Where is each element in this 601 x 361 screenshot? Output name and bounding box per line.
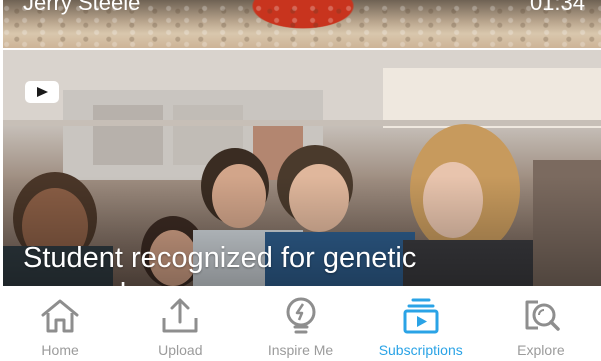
- tab-home-label: Home: [41, 342, 79, 358]
- youtube-play-icon: [25, 81, 59, 103]
- bottom-tab-bar: Home Upload Inspire Me Subscriptions Exp…: [0, 286, 601, 361]
- lightbulb-bolt-icon: [286, 297, 315, 334]
- video-headline: Student recognized for genetic: [23, 242, 417, 274]
- tab-inspire-label: Inspire Me: [267, 342, 334, 358]
- tab-upload[interactable]: Upload: [120, 286, 240, 361]
- search-explore-icon: [525, 300, 560, 331]
- video-card-previous[interactable]: Jerry Steele 01:34: [3, 0, 601, 48]
- tab-explore-label: Explore: [517, 342, 565, 358]
- video-headline-line2: research: [23, 278, 136, 286]
- tab-subscriptions[interactable]: Subscriptions: [361, 286, 481, 361]
- tab-upload-label: Upload: [158, 342, 203, 358]
- video-duration: 01:34: [529, 0, 585, 15]
- tab-subscriptions-label: Subscriptions: [378, 342, 463, 358]
- upload-icon: [162, 298, 198, 333]
- tab-home[interactable]: Home: [0, 286, 120, 361]
- video-author: Jerry Steele: [23, 0, 141, 15]
- subscriptions-icon: [403, 298, 439, 334]
- tab-inspire[interactable]: Inspire Me: [240, 286, 360, 361]
- home-icon: [41, 299, 79, 333]
- video-card[interactable]: Student recognized for genetic research: [3, 50, 601, 286]
- tab-explore[interactable]: Explore: [481, 286, 601, 361]
